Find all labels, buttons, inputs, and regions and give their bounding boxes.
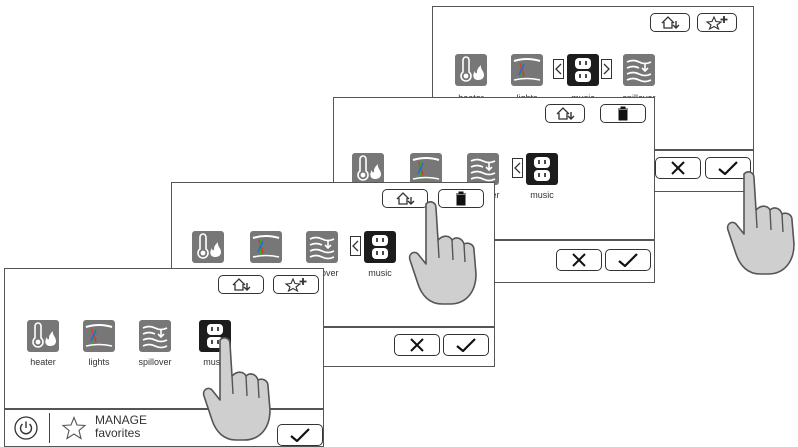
- lights-tile[interactable]: [250, 231, 282, 263]
- checkmark-icon: [290, 428, 310, 442]
- x-icon: [671, 161, 685, 175]
- music-tile[interactable]: [567, 54, 599, 86]
- chevron-right-icon: [603, 63, 610, 75]
- spillover-icon: [142, 325, 168, 349]
- checkmark-icon: [456, 338, 476, 352]
- confirm-button[interactable]: [443, 334, 489, 356]
- heater-icon: [357, 155, 382, 181]
- home-save-icon: [661, 16, 680, 29]
- star-plus-icon: [705, 15, 728, 30]
- heater-icon: [32, 322, 57, 348]
- move-left-arrow[interactable]: [553, 59, 564, 79]
- heater-tile[interactable]: [27, 320, 59, 352]
- lights-tile[interactable]: [410, 153, 442, 185]
- delete-button[interactable]: [600, 104, 646, 123]
- x-icon: [572, 253, 586, 267]
- star-outline-icon: [61, 416, 87, 440]
- star-plus-icon: [284, 277, 307, 292]
- save-favorite-button[interactable]: [650, 13, 690, 32]
- power-icon[interactable]: [13, 415, 39, 441]
- music-icon: [533, 156, 551, 182]
- tile-label: music: [530, 190, 554, 200]
- heater-icon: [460, 56, 485, 82]
- home-save-icon: [556, 107, 575, 120]
- save-favorite-button[interactable]: [218, 275, 264, 294]
- add-favorite-button[interactable]: [697, 13, 737, 32]
- music-tile[interactable]: [526, 153, 558, 185]
- tile-label: lights: [88, 357, 110, 367]
- confirm-button[interactable]: [277, 424, 323, 446]
- confirm-button[interactable]: [605, 249, 651, 271]
- heater-tile[interactable]: [192, 231, 224, 263]
- cancel-button[interactable]: [556, 249, 602, 271]
- music-icon: [574, 57, 592, 83]
- tile-label: spillover: [138, 357, 172, 367]
- cancel-button[interactable]: [655, 157, 701, 179]
- add-favorite-button[interactable]: [273, 275, 319, 294]
- chevron-left-icon: [555, 63, 562, 75]
- status-title: MANAGE favorites: [95, 414, 147, 440]
- trash-icon: [618, 106, 628, 121]
- lights-tile[interactable]: [83, 320, 115, 352]
- spillover-icon: [470, 158, 496, 182]
- lights-icon: [85, 324, 113, 347]
- lights-icon: [252, 235, 280, 258]
- screen-1-panel: heater lights spillover music MANAGE fav…: [4, 268, 324, 447]
- spillover-icon: [626, 59, 652, 83]
- heater-tile[interactable]: [352, 153, 384, 185]
- save-favorite-button[interactable]: [545, 104, 585, 123]
- home-save-icon: [232, 278, 251, 291]
- spillover-icon: [309, 236, 335, 260]
- heater-icon: [197, 233, 222, 259]
- x-icon: [410, 338, 424, 352]
- cancel-button[interactable]: [394, 334, 440, 356]
- tile-label: music: [368, 268, 392, 278]
- status-title-line2: favorites: [95, 426, 141, 440]
- spillover-tile[interactable]: [623, 54, 655, 86]
- move-left-arrow[interactable]: [512, 158, 523, 178]
- tile-label: heater: [30, 357, 56, 367]
- heater-tile[interactable]: [455, 54, 487, 86]
- status-bar-divider: [5, 408, 323, 410]
- divider: [49, 413, 51, 443]
- pointing-hand-icon: [726, 171, 795, 275]
- chevron-left-icon: [514, 162, 521, 174]
- music-tile[interactable]: [364, 231, 396, 263]
- spillover-tile[interactable]: [306, 231, 338, 263]
- pointing-hand-icon: [202, 337, 271, 441]
- spillover-tile[interactable]: [467, 153, 499, 185]
- music-icon: [371, 234, 389, 260]
- move-right-arrow[interactable]: [601, 59, 612, 79]
- lights-icon: [513, 58, 541, 81]
- lights-tile[interactable]: [511, 54, 543, 86]
- lights-icon: [412, 157, 440, 180]
- spillover-tile[interactable]: [139, 320, 171, 352]
- chevron-left-icon: [352, 240, 359, 252]
- pointing-hand-icon: [408, 201, 477, 305]
- move-left-arrow[interactable]: [350, 236, 361, 256]
- checkmark-icon: [618, 253, 638, 267]
